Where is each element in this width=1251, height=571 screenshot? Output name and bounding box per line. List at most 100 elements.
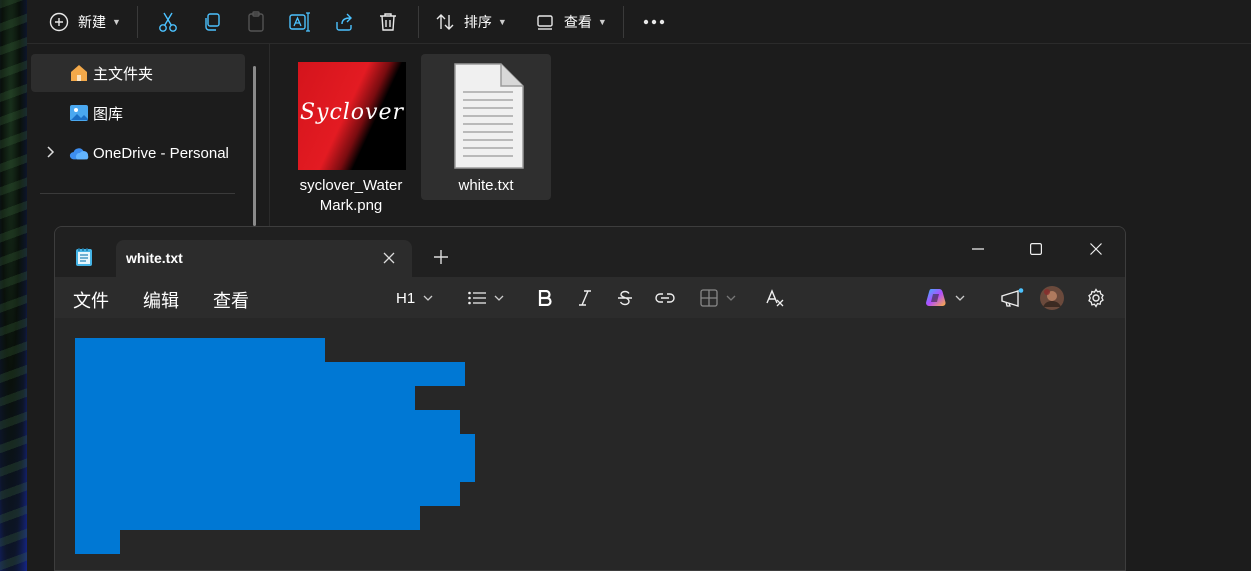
strikethrough-icon	[618, 290, 632, 306]
italic-icon	[579, 290, 591, 306]
chevron-down-icon	[726, 295, 736, 301]
redacted-block	[75, 338, 325, 362]
new-tab-icon[interactable]	[431, 247, 451, 267]
file-item-text[interactable]: white.txt	[421, 54, 551, 200]
link-button[interactable]	[655, 287, 675, 309]
home-icon	[69, 63, 89, 83]
nav-item-gallery[interactable]: 图库	[31, 94, 245, 132]
text-editor[interactable]	[55, 318, 1125, 570]
share-icon	[336, 13, 352, 31]
italic-button[interactable]	[578, 287, 592, 309]
chevron-down-icon	[494, 295, 504, 301]
clear-format-icon	[766, 289, 784, 307]
file-name: white.txt	[421, 176, 551, 196]
nav-item-label: 图库	[93, 105, 124, 123]
file-name: syclover_Water Mark.png	[286, 176, 416, 216]
gear-icon	[1088, 288, 1104, 308]
view-button[interactable]: 查看 ▼	[527, 6, 615, 38]
rename-icon	[289, 11, 310, 32]
file-item-image[interactable]: Syclover syclover_Water Mark.png	[286, 54, 416, 214]
bold-button[interactable]	[538, 287, 552, 309]
settings-button[interactable]	[1086, 287, 1106, 309]
chevron-right-icon[interactable]	[45, 145, 55, 161]
maximize-button[interactable]	[1013, 231, 1059, 267]
copy-button[interactable]	[190, 6, 234, 38]
toolbar-divider	[136, 5, 138, 38]
gallery-icon	[69, 103, 89, 123]
menu-file[interactable]: 文件	[73, 287, 109, 313]
text-file-icon	[433, 62, 541, 170]
heading-dropdown[interactable]: H1	[396, 287, 433, 309]
notepad-app-icon	[75, 247, 93, 267]
nav-item-onedrive[interactable]: OneDrive - Personal	[31, 134, 245, 172]
clear-formatting-button[interactable]	[766, 287, 786, 309]
nav-scrollbar[interactable]	[253, 66, 256, 226]
redacted-block	[75, 362, 465, 386]
new-button-label: 新建	[78, 13, 106, 30]
chevron-down-icon: ▼	[597, 16, 607, 27]
minimize-button[interactable]	[955, 231, 1001, 267]
file-name-line: white.txt	[458, 177, 514, 194]
share-button[interactable]	[322, 6, 366, 38]
tab-white-txt[interactable]: white.txt	[116, 240, 412, 277]
menu-view[interactable]: 查看	[213, 287, 249, 313]
close-window-button[interactable]	[1073, 231, 1119, 267]
maximize-icon	[1030, 243, 1042, 255]
copilot-icon	[926, 289, 946, 306]
new-button[interactable]: 新建 ▼	[41, 6, 129, 38]
plus-circle-icon	[49, 12, 69, 31]
file-name-line: syclover_Water	[299, 177, 403, 194]
minimize-icon	[972, 248, 984, 250]
explorer-toolbar: 新建 ▼ 排序 ▼ 查看 ▼	[27, 0, 1251, 44]
file-name-line: Mark.png	[319, 197, 383, 214]
more-icon	[643, 19, 664, 24]
rename-button[interactable]	[278, 6, 322, 38]
account-avatar[interactable]	[1040, 286, 1064, 310]
redacted-block	[75, 530, 120, 554]
desktop-wallpaper	[0, 0, 27, 571]
redacted-block	[75, 482, 460, 506]
close-tab-icon[interactable]	[380, 249, 398, 267]
megaphone-icon	[1001, 288, 1024, 307]
tab-title: white.txt	[126, 250, 183, 266]
nav-item-home[interactable]: 主文件夹	[31, 54, 245, 92]
delete-button[interactable]	[366, 6, 410, 38]
view-button-label: 查看	[563, 13, 592, 30]
bold-icon	[538, 290, 552, 306]
chevron-down-icon	[955, 295, 965, 301]
nav-item-label: 主文件夹	[93, 65, 154, 83]
toolbar-divider	[622, 5, 624, 38]
sort-icon	[436, 13, 454, 30]
nav-divider	[40, 193, 235, 194]
notepad-titlebar[interactable]: white.txt	[55, 227, 1125, 277]
notepad-window: white.txt 文件 编辑 查看 H1	[54, 226, 1126, 571]
strikethrough-button[interactable]	[617, 287, 633, 309]
redacted-block	[75, 386, 415, 410]
chevron-down-icon: ▼	[112, 16, 121, 27]
redacted-block	[75, 506, 420, 530]
list-icon	[468, 291, 486, 305]
link-icon	[655, 293, 675, 303]
more-options-button[interactable]	[632, 6, 676, 38]
redacted-block	[75, 410, 460, 434]
close-icon	[1090, 243, 1102, 255]
view-icon	[537, 14, 553, 30]
thumbnail-brand-text: Syclover	[299, 100, 405, 125]
table-icon	[700, 289, 718, 307]
cloud-icon	[69, 143, 89, 163]
list-dropdown[interactable]	[468, 287, 504, 309]
table-dropdown[interactable]	[700, 287, 736, 309]
cut-button[interactable]	[146, 6, 190, 38]
heading-label: H1	[396, 289, 416, 307]
trash-icon	[379, 12, 396, 31]
notepad-menubar: 文件 编辑 查看 H1	[55, 277, 1125, 318]
sort-button[interactable]: 排序 ▼	[427, 6, 515, 38]
copilot-dropdown[interactable]	[925, 287, 965, 309]
menu-edit[interactable]: 编辑	[143, 287, 179, 313]
nav-item-label: OneDrive - Personal	[93, 144, 229, 162]
announcements-button[interactable]	[1000, 287, 1024, 309]
chevron-down-icon: ▼	[497, 16, 507, 27]
paste-button[interactable]	[234, 6, 278, 38]
toolbar-divider	[417, 5, 419, 38]
copy-icon	[205, 12, 220, 31]
